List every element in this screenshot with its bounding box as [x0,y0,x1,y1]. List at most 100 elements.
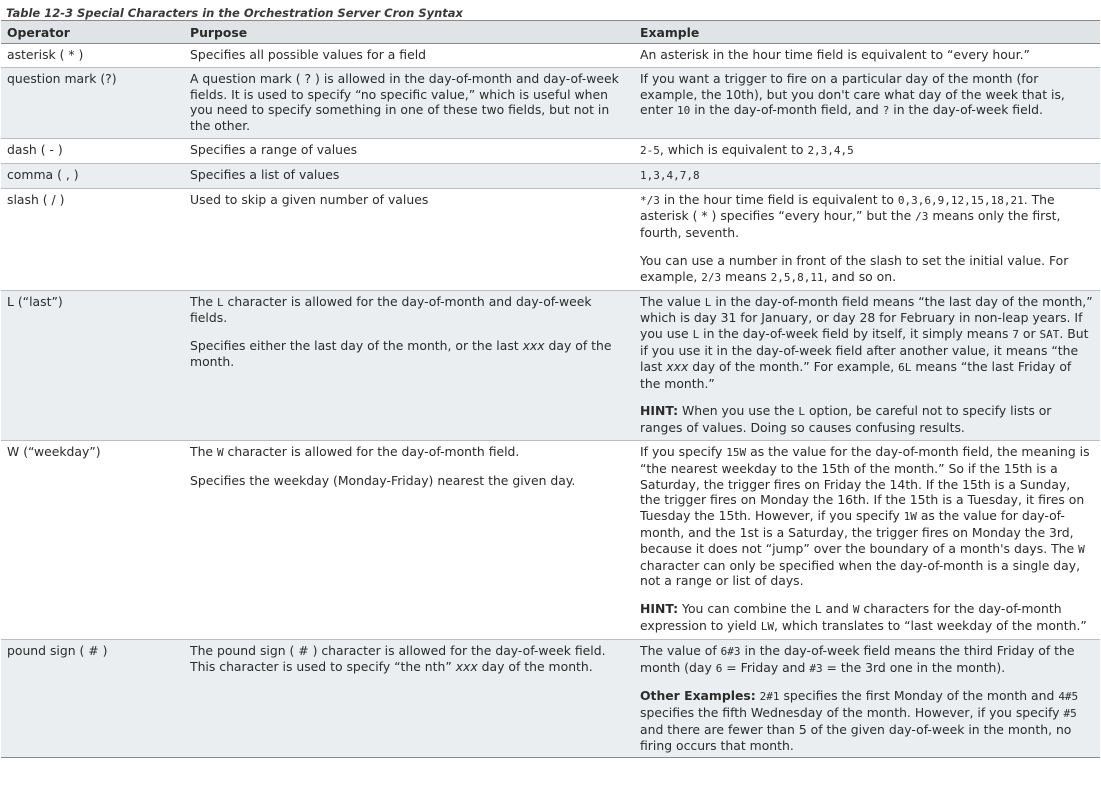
example-cell: 1,3,4,7,8 [634,163,1100,189]
text-run: You can combine the [678,601,815,617]
text-run: and [821,601,853,617]
purpose-cell: A question mark ( ? ) is allowed in the … [184,67,634,139]
text-run: , and so on. [823,268,897,284]
cell-paragraph: If you want a trigger to fire on a parti… [640,71,1094,119]
code-literal: #5 [1063,707,1077,721]
code-literal: 2-5 [640,143,660,157]
text-run: in the day-of-week field. [889,102,1043,118]
cell-paragraph: 1,3,4,7,8 [640,167,1094,184]
table-row: W (“weekday”) The W character is allowed … [1,440,1100,640]
table-row: asterisk ( * ) Specifies all possible val… [1,43,1100,68]
purpose-cell: Specifies a list of values [184,163,634,189]
table-row: dash ( - ) Specifies a range of values 2-5… [1,138,1100,164]
code-literal: /3 [915,210,929,224]
text-run: An asterisk in the hour time field is eq… [640,47,1030,62]
text-run: day of the month.” For example, [688,358,899,374]
code-literal: 7 [1012,328,1019,342]
text-run: A question mark ( ? ) is allowed in the … [190,70,619,134]
text-run: specifies the fifth Wednesday of the mon… [640,705,1064,721]
example-cell: The value L in the day-of-month field me… [634,290,1100,441]
code-literal: 4#5 [1058,690,1079,704]
text-run: The [190,443,217,459]
text-run: character is allowed for the day-of-mont… [223,443,520,459]
operator-cell: comma ( , ) [1,163,184,189]
text-run: specifies the first Monday of the month … [779,688,1059,704]
bold-label: Other Examples: [640,688,756,704]
text-run: = Friday and [722,659,810,675]
code-literal: #3 [809,661,823,675]
text-run: The value of [640,642,721,658]
code-literal: W [1078,542,1085,556]
cell-paragraph: The value of 6#3 in the day-of-week fiel… [640,643,1094,677]
code-literal: 10 [677,104,691,118]
code-literal: 1,3,4,7,8 [640,168,700,182]
table-caption: Table 12-3 Special Characters in the Orc… [6,6,463,20]
purpose-cell: Specifies a range of values [184,138,634,164]
cell-paragraph: Specifies all possible values for a fiel… [190,47,628,63]
operator-cell: slash ( / ) [1,188,184,291]
example-cell: If you specify 15W as the value for the … [634,440,1100,640]
table-row: L (“last”) The L character is allowed for… [1,290,1100,441]
table-row: slash ( / ) Used to skip a given number o… [1,188,1100,291]
text-run: means [721,268,771,284]
text-run: The value [640,293,705,309]
purpose-cell: The pound sign ( # ) character is allowe… [184,639,634,759]
purpose-cell: The L character is allowed for the day-o… [184,290,634,441]
text-run: Used to skip a given number of values [190,191,429,207]
cell-paragraph: You can use a number in front of the sla… [640,253,1094,286]
cell-paragraph: Used to skip a given number of values [190,192,628,208]
cron-special-characters-table: Operator Purpose Example asterisk ( * ) S… [1,20,1100,759]
cell-paragraph: 2-5, which is equivalent to 2,3,4,5 [640,142,1094,159]
code-literal: 2/3 [701,270,722,284]
operator-cell: asterisk ( * ) [1,43,184,68]
cell-paragraph: The value L in the day-of-month field me… [640,294,1094,392]
italic-text: xxx [666,358,689,374]
purpose-cell: The W character is allowed for the day-o… [184,440,634,640]
cell-paragraph: The L character is allowed for the day-o… [190,294,628,327]
operator-cell: dash ( - ) [1,138,184,164]
code-literal: 2,5,8,11 [770,270,824,284]
table-row: pound sign ( # ) The pound sign ( # ) cha… [1,639,1100,759]
text-run: , which translates to “last weekday of t… [774,617,1087,633]
code-literal: L [216,295,224,309]
purpose-cell: Used to skip a given number of values [184,188,634,291]
text-run: Specifies a range of values [190,141,358,157]
code-literal: W [216,445,224,459]
code-literal: LW [760,619,775,633]
cell-paragraph: Specifies a list of values [190,167,628,183]
cell-paragraph: Other Examples: 2#1 specifies the first … [640,688,1094,753]
example-cell: */3 in the hour time field is equivalent… [634,188,1100,291]
code-literal: 6L [898,360,912,374]
text-run: and there are fewer than 5 of the given … [640,721,1072,753]
code-literal: 15W [726,445,747,459]
table-row: comma ( , ) Specifies a list of values 1,3… [1,163,1100,189]
text-run: , which is equivalent to [659,141,808,157]
bold-label: HINT: [640,601,679,617]
operator-cell: pound sign ( # ) [1,639,184,759]
cell-paragraph: */3 in the hour time field is equivalent… [640,192,1094,241]
example-cell: 2-5, which is equivalent to 2,3,4,5 [634,138,1100,164]
cell-paragraph: The pound sign ( # ) character is allowe… [190,643,628,675]
text-run: character is allowed for the day-of-mont… [190,293,592,326]
operator-cell: W (“weekday”) [1,440,184,640]
cell-paragraph: Specifies either the last day of the mon… [190,338,628,370]
text-run: Specifies the weekday (Monday-Friday) ne… [190,472,576,488]
cell-paragraph: HINT: You can combine the L and W charac… [640,601,1094,635]
purpose-cell: Specifies all possible values for a fiel… [184,43,634,68]
cell-paragraph: If you specify 15W as the value for the … [640,444,1094,589]
cell-paragraph: Specifies a range of values [190,142,628,158]
text-run: character can only be specified when the… [640,557,1081,589]
cell-paragraph: A question mark ( ? ) is allowed in the … [190,71,628,134]
text-run: in the day-of-week field by itself, it s… [699,326,1013,342]
code-literal: 6#3 [720,644,741,658]
header-purpose: Purpose [184,20,634,44]
text-run: or [1018,326,1040,342]
operator-cell: question mark (?) [1,67,184,139]
code-literal: 2#1 [759,690,780,704]
cell-paragraph: HINT: When you use the L option, be care… [640,403,1094,436]
code-literal: SAT [1039,328,1060,342]
text-run: = the 3rd one in the month). [822,659,1006,675]
cell-paragraph: Specifies the weekday (Monday-Friday) ne… [190,473,628,489]
header-row: Operator Purpose Example [1,20,1100,44]
code-literal: 1W [903,510,917,524]
